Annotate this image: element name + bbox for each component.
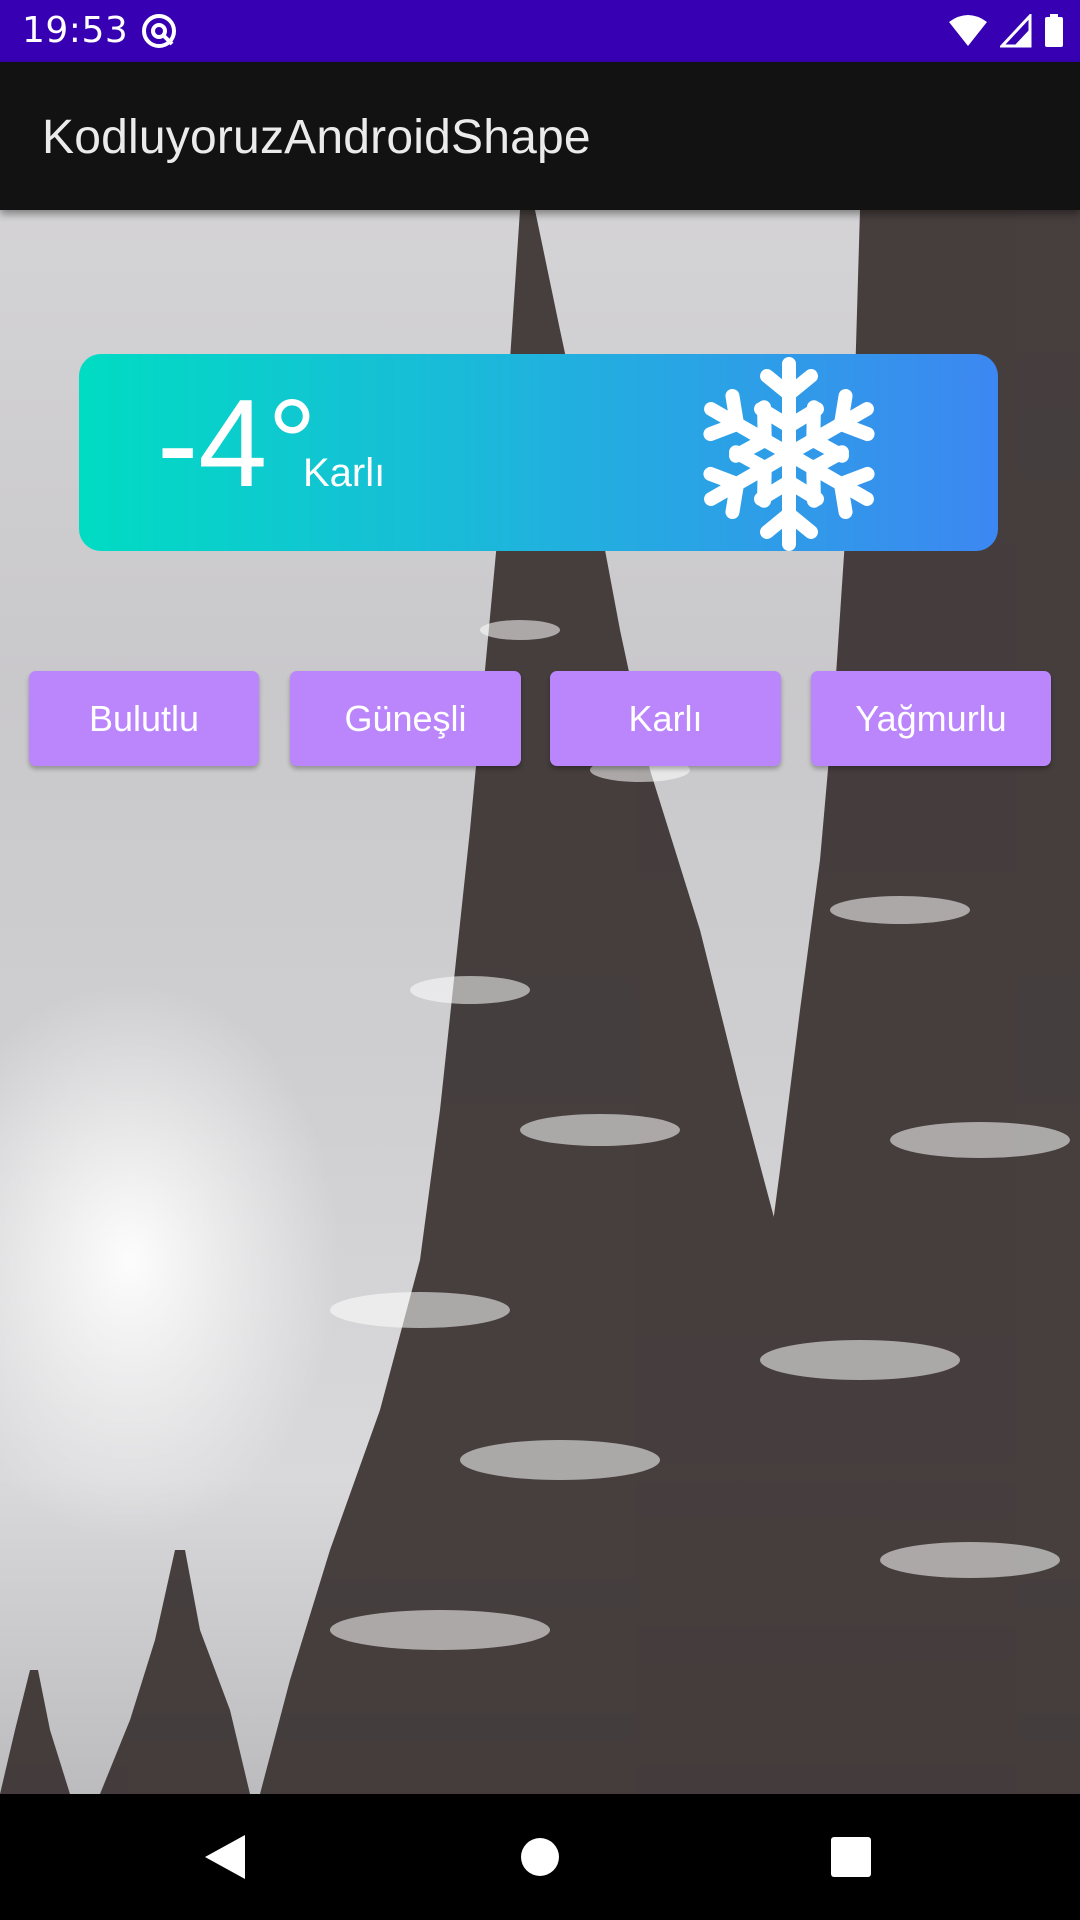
status-bar: 19:53 [0,0,1080,62]
rainy-button[interactable]: Yağmurlu [811,671,1051,766]
cellular-signal-icon [1000,14,1032,48]
at-sign-icon [142,14,176,48]
weather-condition-label: Karlı [303,451,386,495]
status-time: 19:53 [22,10,129,51]
home-icon [521,1838,559,1876]
cloudy-button[interactable]: Bulutlu [29,671,259,766]
back-button[interactable] [162,1794,288,1920]
snowy-button[interactable]: Karlı [550,671,781,766]
wifi-icon [949,15,987,46]
snowflake-icon [689,357,889,554]
status-icons [948,12,1064,50]
back-icon [205,1835,245,1879]
recents-button[interactable] [788,1794,914,1920]
sunny-button[interactable]: Güneşli [290,671,521,766]
screen: 19:53 KodluyoruzAndroidShape -4° Karlı B… [0,0,1080,1920]
weather-card: -4° Karlı [79,354,998,551]
temperature-value: -4° [157,375,317,513]
navigation-bar [0,1794,1080,1920]
app-title: KodluyoruzAndroidShape [42,111,591,164]
recents-icon [831,1837,871,1877]
app-bar: KodluyoruzAndroidShape [0,62,1080,210]
battery-icon [1045,14,1063,47]
home-button[interactable] [477,1794,603,1920]
